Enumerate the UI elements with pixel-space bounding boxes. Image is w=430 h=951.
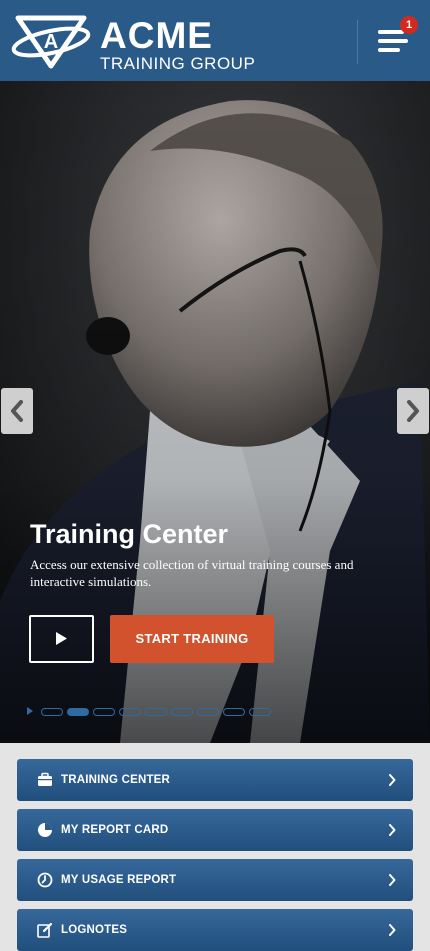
edit-icon (37, 922, 53, 938)
acme-logo[interactable]: A ACME TRAINING GROUP (10, 10, 270, 73)
hero-title: Training Center (30, 519, 229, 549)
carousel-dot[interactable] (197, 708, 219, 716)
hamburger-line (378, 39, 408, 43)
chevron-right-icon (389, 924, 396, 936)
menu-item-my-report-card[interactable]: MY REPORT CARD (17, 809, 413, 851)
play-icon (56, 632, 67, 645)
chevron-right-icon (389, 874, 396, 886)
autoplay-icon[interactable] (26, 707, 34, 715)
hero-description: Access our extensive collection of virtu… (30, 557, 354, 589)
chevron-right-icon (407, 400, 419, 422)
menu-item-label: MY USAGE REPORT (61, 874, 177, 886)
carousel-dot[interactable] (145, 708, 167, 716)
carousel-dot[interactable] (171, 708, 193, 716)
pie-chart-icon (38, 823, 52, 837)
menu-item-lognotes[interactable]: LOGNOTES (17, 909, 413, 951)
start-training-button[interactable]: START TRAINING (110, 615, 274, 663)
carousel-dot[interactable] (67, 708, 89, 716)
brand-name: ACME (100, 15, 213, 56)
clock-icon (37, 872, 53, 888)
play-video-button[interactable] (29, 615, 94, 663)
briefcase-icon (38, 772, 52, 786)
carousel-dot[interactable] (119, 708, 141, 716)
menu-item-my-usage-report[interactable]: MY USAGE REPORT (17, 859, 413, 901)
menu-item-label: TRAINING CENTER (61, 774, 171, 786)
header-divider (357, 20, 358, 64)
brand-subtitle: TRAINING GROUP (100, 54, 256, 73)
carousel-dot[interactable] (41, 708, 63, 716)
hamburger-line (378, 48, 400, 52)
carousel-prev-button[interactable] (1, 388, 33, 434)
carousel-dot[interactable] (93, 708, 115, 716)
carousel-dot[interactable] (223, 708, 245, 716)
chevron-right-icon (389, 774, 396, 786)
carousel-dot[interactable] (249, 708, 271, 716)
menu-item-label: MY REPORT CARD (61, 824, 169, 836)
logo-letter: A (44, 31, 58, 53)
chevron-right-icon (389, 824, 396, 836)
hamburger-line (378, 30, 404, 34)
menu-item-training-center[interactable]: TRAINING CENTER (17, 759, 413, 801)
menu-item-label: LOGNOTES (61, 924, 128, 936)
notification-badge: 1 (400, 16, 418, 34)
carousel-next-button[interactable] (397, 388, 429, 434)
app-header: A ACME TRAINING GROUP 1 (0, 0, 430, 81)
logo-triangle-icon: A (11, 15, 91, 69)
hero-carousel: Training Center Access our extensive col… (0, 81, 430, 743)
chevron-left-icon (11, 400, 23, 422)
